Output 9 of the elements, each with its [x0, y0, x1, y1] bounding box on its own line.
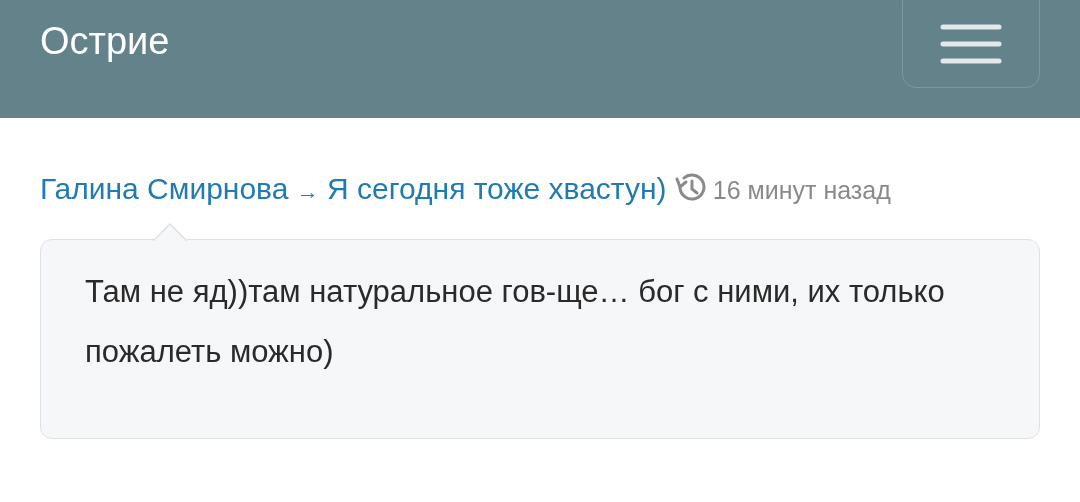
- history-icon: [674, 173, 707, 203]
- post-link[interactable]: Я сегодня тоже хвастун): [327, 172, 667, 205]
- author-link[interactable]: Галина Смирнова: [40, 172, 289, 205]
- timestamp: 16 минут назад: [712, 176, 891, 204]
- arrow-sign: →: [296, 179, 319, 204]
- comment-text: Там не яд))там натуральное гов-ще… бог с ними, их только пожалеть можно): [85, 273, 946, 371]
- site-title[interactable]: Острие: [40, 20, 170, 63]
- menu-button[interactable]: [902, 0, 1040, 88]
- menu-icon: [940, 24, 1002, 64]
